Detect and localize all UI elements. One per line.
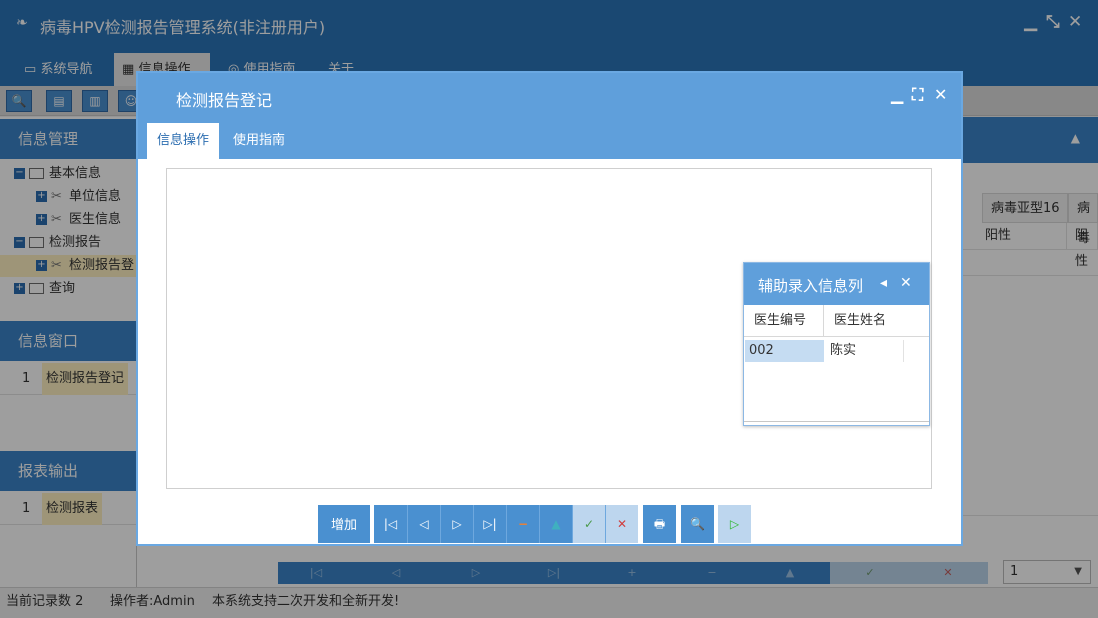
preview-button[interactable]: 🔍 <box>681 505 714 543</box>
dialog-title: 检测报告登记 <box>176 91 273 110</box>
close-icon[interactable]: ✕ <box>934 85 947 104</box>
dialog-tabs: 信息操作 使用指南 <box>138 121 961 159</box>
print-button[interactable]: 🖶 <box>643 505 676 543</box>
add-button[interactable]: 增加 <box>318 505 370 543</box>
dialog-title-bar[interactable]: 检测报告登记 ▁ ⛶ ✕ <box>138 73 961 121</box>
cancel-button[interactable]: ✕ <box>605 505 638 543</box>
tab-info-operation[interactable]: 信息操作 <box>147 123 220 159</box>
collapse-left-icon[interactable]: ◂ <box>880 275 887 291</box>
maximize-icon[interactable]: ⛶ <box>912 85 923 105</box>
helper-title: 辅助录入信息列 <box>758 277 864 295</box>
cell-doctor-name[interactable]: 陈实 <box>826 340 904 362</box>
run-button[interactable]: ▷ <box>718 505 751 543</box>
tab-user-guide[interactable]: 使用指南 <box>223 123 295 159</box>
first-record-button[interactable]: |◁ <box>374 505 407 543</box>
helper-input-popup: 辅助录入信息列 ◂ ✕ 医生编号 医生姓名 002 陈实 <box>743 262 930 426</box>
delete-record-button[interactable]: − <box>506 505 539 543</box>
helper-footer-line <box>744 421 929 422</box>
next-record-button[interactable]: ▷ <box>440 505 473 543</box>
last-record-button[interactable]: ▷| <box>473 505 506 543</box>
column-header-doctor-code[interactable]: 医生编号 <box>744 305 824 337</box>
prev-record-button[interactable]: ◁ <box>407 505 440 543</box>
confirm-button[interactable]: ✓ <box>572 505 605 543</box>
cell-doctor-code[interactable]: 002 <box>745 340 824 362</box>
column-header-doctor-name[interactable]: 医生姓名 <box>824 305 929 337</box>
edit-record-button[interactable]: ▲ <box>539 505 572 543</box>
close-icon[interactable]: ✕ <box>900 275 912 291</box>
minimize-icon[interactable]: ▁ <box>891 85 903 104</box>
helper-header[interactable]: 辅助录入信息列 ◂ ✕ <box>744 263 929 305</box>
